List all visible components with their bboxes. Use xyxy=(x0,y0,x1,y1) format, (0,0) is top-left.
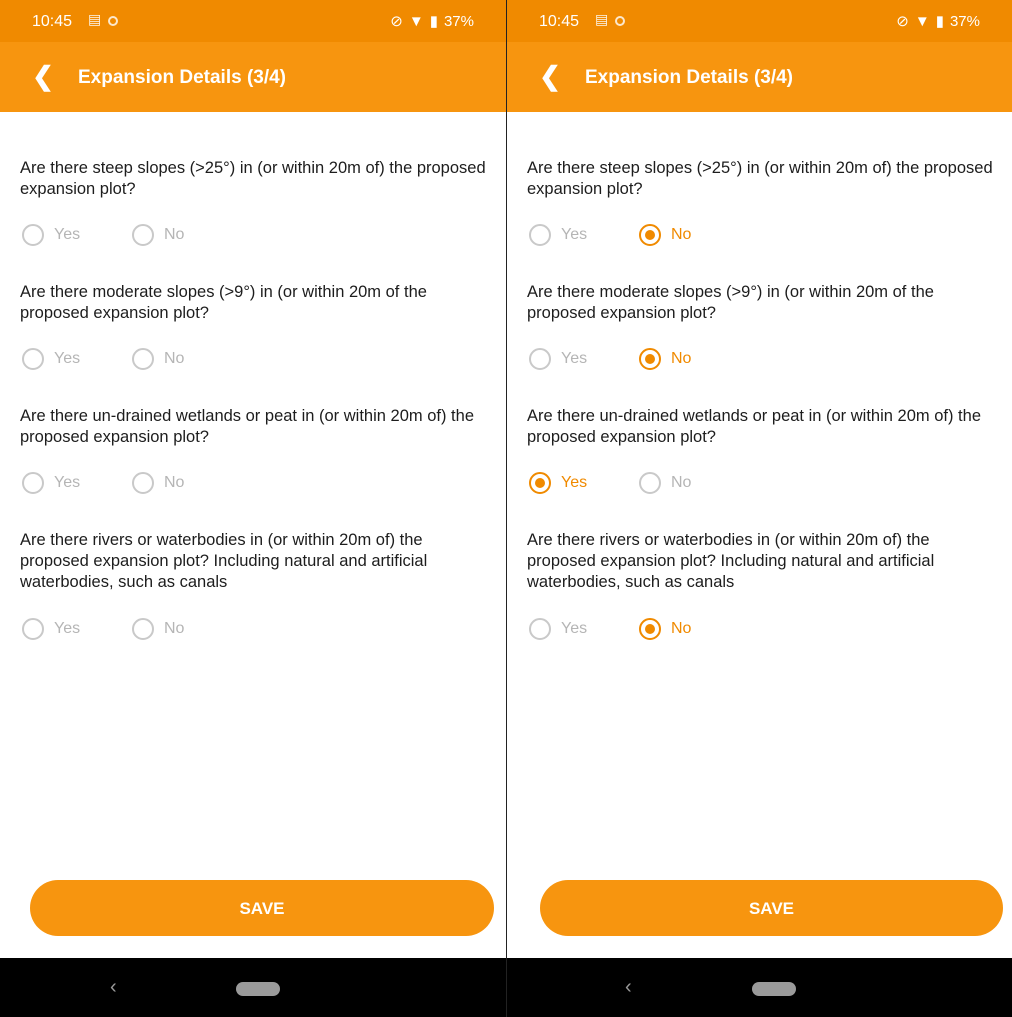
radio-no-label: No xyxy=(164,226,185,243)
save-button[interactable]: SAVE xyxy=(540,880,1003,936)
radio-button-selected[interactable] xyxy=(639,224,661,246)
sync-icon xyxy=(615,16,625,26)
system-nav-bar: ‹ xyxy=(507,958,1012,1017)
radio-button[interactable] xyxy=(22,224,44,246)
status-time: 10:45 xyxy=(32,13,73,30)
radio-yes-label: Yes xyxy=(561,226,588,243)
status-time: 10:45 xyxy=(539,13,580,30)
status-bar: 10:45 ▤ ⊘ ▼ ▮ 37% xyxy=(0,0,506,42)
battery-percent: 37% xyxy=(443,13,474,30)
notification-icon: ▤ xyxy=(88,11,102,27)
question-waterbodies: Are there rivers or waterbodies in (or w… xyxy=(20,531,428,591)
radio-yes-label: Yes xyxy=(561,474,588,491)
radio-yes-label: Yes xyxy=(54,474,81,491)
battery-icon: ▮ xyxy=(429,13,438,30)
battery-percent: 37% xyxy=(949,13,980,30)
phone-screen-answered: 10:45 ▤ ⊘ ▼ ▮ 37% ❮ Expansion Details (3/4)… xyxy=(507,0,1012,1017)
radio-button[interactable] xyxy=(529,618,551,640)
radio-button[interactable] xyxy=(639,472,661,494)
notification-icon: ▤ xyxy=(595,11,609,27)
radio-no-label: No xyxy=(671,474,692,491)
radio-no-label: No xyxy=(671,226,692,243)
radio-button[interactable] xyxy=(132,618,154,640)
status-bar: 10:45 ▤ ⊘ ▼ ▮ 37% xyxy=(507,0,1012,42)
question-moderate-slopes: Are there moderate slopes (>9°) in (or w… xyxy=(527,283,934,322)
radio-no-label: No xyxy=(164,350,185,367)
radio-button[interactable] xyxy=(132,224,154,246)
radio-button[interactable] xyxy=(132,472,154,494)
back-button[interactable]: ❮ xyxy=(535,62,565,92)
question-moderate-slopes: Are there moderate slopes (>9°) in (or w… xyxy=(20,283,427,322)
app-bar: ❮ Expansion Details (3/4) xyxy=(0,42,506,112)
radio-yes-label: Yes xyxy=(54,620,81,637)
battery-icon: ▮ xyxy=(935,13,944,30)
wifi-icon: ▼ xyxy=(914,13,930,30)
radio-no-label: No xyxy=(671,620,692,637)
radio-button-selected[interactable] xyxy=(529,472,551,494)
radio-button[interactable] xyxy=(132,348,154,370)
radio-yes-label: Yes xyxy=(54,350,81,367)
radio-yes-label: Yes xyxy=(54,226,81,243)
radio-no-label: No xyxy=(164,474,185,491)
radio-button[interactable] xyxy=(22,472,44,494)
page-title: Expansion Details (3/4) xyxy=(78,67,287,88)
nav-back-icon[interactable]: ‹ xyxy=(110,976,117,999)
radio-button[interactable] xyxy=(22,618,44,640)
radio-no-label: No xyxy=(164,620,185,637)
chevron-left-icon: ❮ xyxy=(32,61,54,91)
save-button[interactable]: SAVE xyxy=(30,880,494,936)
sync-icon xyxy=(108,16,118,26)
question-waterbodies: Are there rivers or waterbodies in (or w… xyxy=(527,531,935,591)
wifi-icon: ▼ xyxy=(408,13,424,30)
phone-screen-unanswered: 10:45 ▤ ⊘ ▼ ▮ 37% ❮ Expansion Details (3/4)… xyxy=(0,0,507,1017)
system-nav-bar: ‹ xyxy=(0,958,506,1017)
radio-button-selected[interactable] xyxy=(639,348,661,370)
radio-button-selected[interactable] xyxy=(639,618,661,640)
alarm-off-icon: ⊘ xyxy=(896,13,909,30)
page-title: Expansion Details (3/4) xyxy=(585,67,794,88)
question-wetlands: Are there un-drained wetlands or peat in… xyxy=(527,407,981,446)
status-icons: ⊘ ▼ ▮ 37% xyxy=(384,12,474,30)
status-icons: ⊘ ▼ ▮ 37% xyxy=(890,12,980,30)
radio-button[interactable] xyxy=(529,348,551,370)
radio-button[interactable] xyxy=(22,348,44,370)
alarm-off-icon: ⊘ xyxy=(390,13,403,30)
nav-home-pill[interactable] xyxy=(752,982,796,996)
question-steep-slopes: Are there steep slopes (>25°) in (or wit… xyxy=(527,159,993,198)
app-bar: ❮ Expansion Details (3/4) xyxy=(507,42,1012,112)
radio-button[interactable] xyxy=(529,224,551,246)
nav-back-icon[interactable]: ‹ xyxy=(625,976,632,999)
chevron-left-icon: ❮ xyxy=(539,61,561,91)
question-wetlands: Are there un-drained wetlands or peat in… xyxy=(20,407,474,446)
radio-yes-label: Yes xyxy=(561,620,588,637)
nav-home-pill[interactable] xyxy=(236,982,280,996)
question-steep-slopes: Are there steep slopes (>25°) in (or wit… xyxy=(20,159,486,198)
radio-no-label: No xyxy=(671,350,692,367)
back-button[interactable]: ❮ xyxy=(28,62,58,92)
radio-yes-label: Yes xyxy=(561,350,588,367)
